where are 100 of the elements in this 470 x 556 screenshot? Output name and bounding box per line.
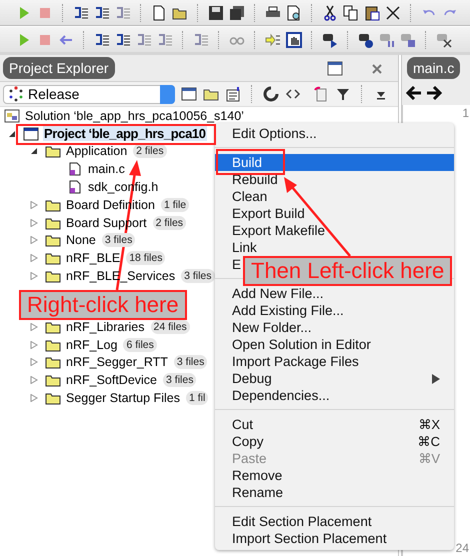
menu-item[interactable]: Add New File...: [215, 285, 454, 302]
tree-item[interactable]: nRF_BLE: [65, 251, 122, 266]
file-count: 2 files: [152, 216, 186, 230]
menu-item[interactable]: Copy ⌘C: [215, 433, 454, 450]
file-count: 3 files: [102, 233, 136, 248]
tree-item[interactable]: nRF_Log: [65, 338, 118, 352]
file-count: 3 files: [174, 355, 208, 370]
folder-icon: [45, 373, 61, 388]
menu-item[interactable]: Dependencies...: [215, 387, 454, 404]
menu-item[interactable]: Import Section Placement: [215, 530, 454, 547]
floppy-disks-icon[interactable]: [229, 4, 245, 20]
file-count: 1 fil: [186, 391, 208, 406]
refresh-icon[interactable]: [263, 86, 279, 102]
run-to-cursor-icon[interactable]: [322, 32, 338, 48]
menu-item[interactable]: Edit Options...: [215, 125, 454, 142]
file-count: 6 files: [123, 338, 157, 352]
menu-item[interactable]: Add Existing File...: [215, 302, 454, 319]
step-icon[interactable]: [73, 4, 89, 20]
file-count: 2 files: [133, 144, 167, 158]
tree-item[interactable]: nRF_Libraries: [65, 320, 146, 334]
collapsed-arrow-icon[interactable]: [30, 254, 38, 262]
file-count: 1 file: [160, 198, 190, 212]
callout-tooltip: Then Left-click here: [243, 256, 452, 286]
clipboard-icon[interactable]: [364, 4, 380, 20]
breakpoint-icon[interactable]: [358, 32, 374, 48]
arrow-list-icon[interactable]: [265, 32, 281, 48]
folder-icon: [45, 269, 61, 284]
solution-icon: [4, 108, 20, 123]
document-icon[interactable]: [313, 86, 329, 102]
menu-item[interactable]: Clean: [215, 188, 454, 205]
file-count: 18 files: [126, 251, 166, 266]
tree-item[interactable]: Application: [65, 144, 128, 158]
copy-icon[interactable]: [343, 4, 359, 20]
clear-breakpoints-icon[interactable]: [436, 32, 452, 48]
step-icon[interactable]: [115, 32, 131, 48]
collapsed-arrow-icon[interactable]: [30, 376, 38, 384]
menu-item[interactable]: Cut ⌘X: [215, 416, 454, 433]
menu-item[interactable]: Rename: [215, 484, 454, 501]
collapsed-arrow-icon[interactable]: [30, 340, 38, 349]
collapsed-arrow-icon[interactable]: [30, 358, 38, 366]
forward-arrow-icon[interactable]: [426, 86, 442, 100]
menu-item[interactable]: New Folder...: [215, 319, 454, 336]
line-number: 24: [456, 540, 469, 556]
menu-item[interactable]: Open Solution in Editor: [215, 336, 454, 353]
step-icon[interactable]: [94, 32, 110, 48]
configuration-dropdown[interactable]: Release: [3, 84, 175, 104]
tree-item[interactable]: Solution ‘ble_app_hrs_pca10056_s140’: [24, 108, 245, 123]
file-count: 24 files: [150, 320, 190, 334]
tree-item[interactable]: nRF_Segger_RTT: [65, 355, 169, 370]
pause-icon[interactable]: [379, 32, 395, 48]
collapsed-arrow-icon[interactable]: [30, 322, 38, 331]
print-preview-icon[interactable]: [286, 4, 302, 20]
tree-item[interactable]: main.c: [87, 162, 126, 176]
folder-icon: [45, 233, 61, 248]
window-icon[interactable]: [327, 60, 343, 76]
menu-item[interactable]: Export Build: [215, 205, 454, 222]
collapsed-arrow-icon[interactable]: [30, 272, 38, 280]
new-file-icon[interactable]: [151, 4, 167, 20]
folder-icon: [45, 198, 61, 212]
menu-item[interactable]: Edit Section Placement: [215, 513, 454, 530]
expanded-arrow-icon[interactable]: [30, 147, 38, 156]
file-count: 3 files: [163, 373, 196, 388]
stop-debug-icon[interactable]: [400, 32, 416, 48]
folder-icon: [45, 355, 61, 370]
collapsed-arrow-icon[interactable]: [30, 236, 38, 244]
step-icon[interactable]: [94, 4, 110, 20]
callout-tooltip: Right-click here: [19, 290, 187, 320]
folder-icon: [45, 391, 61, 406]
menu-item[interactable]: Build: [215, 154, 454, 171]
folder-icon: [45, 216, 61, 230]
menu-item[interactable]: Rebuild: [215, 171, 454, 188]
line-number: 1: [462, 105, 469, 121]
folder-icon: [45, 338, 61, 352]
window-icon[interactable]: [181, 86, 197, 102]
tree-item[interactable]: Segger Startup Files: [65, 391, 181, 406]
menu-item[interactable]: Debug: [215, 370, 454, 387]
collapsed-arrow-icon[interactable]: [30, 394, 38, 402]
menu-item[interactable]: Export Makefile: [215, 222, 454, 239]
editor-tab[interactable]: main.c: [407, 57, 460, 79]
expanded-arrow-icon[interactable]: [8, 130, 16, 138]
panel-tab[interactable]: Project Explorer: [3, 57, 115, 79]
project-icon: [23, 126, 39, 141]
scissors-icon[interactable]: [322, 4, 338, 20]
collapsed-arrow-icon[interactable]: [30, 200, 38, 209]
source-file-icon: [67, 162, 83, 176]
source-file-icon: [67, 180, 83, 194]
tree-item[interactable]: nRF_SoftDevice: [65, 373, 158, 388]
tree-item[interactable]: None: [65, 233, 97, 248]
spinner-icon: [8, 86, 24, 102]
menu-item[interactable]: Link: [215, 239, 454, 256]
menu-item[interactable]: Remove: [215, 467, 454, 484]
properties-icon[interactable]: [225, 86, 241, 102]
folder-icon: [45, 251, 61, 266]
delete-icon[interactable]: [385, 4, 401, 20]
back-arrow-icon[interactable]: [406, 86, 422, 100]
folder-icon: [45, 144, 61, 158]
menu-item[interactable]: Import Package Files: [215, 353, 454, 370]
collapsed-arrow-icon[interactable]: [30, 218, 38, 227]
filter-icon[interactable]: [335, 86, 351, 102]
tree-item[interactable]: Project ‘ble_app_hrs_pca10: [43, 126, 207, 142]
